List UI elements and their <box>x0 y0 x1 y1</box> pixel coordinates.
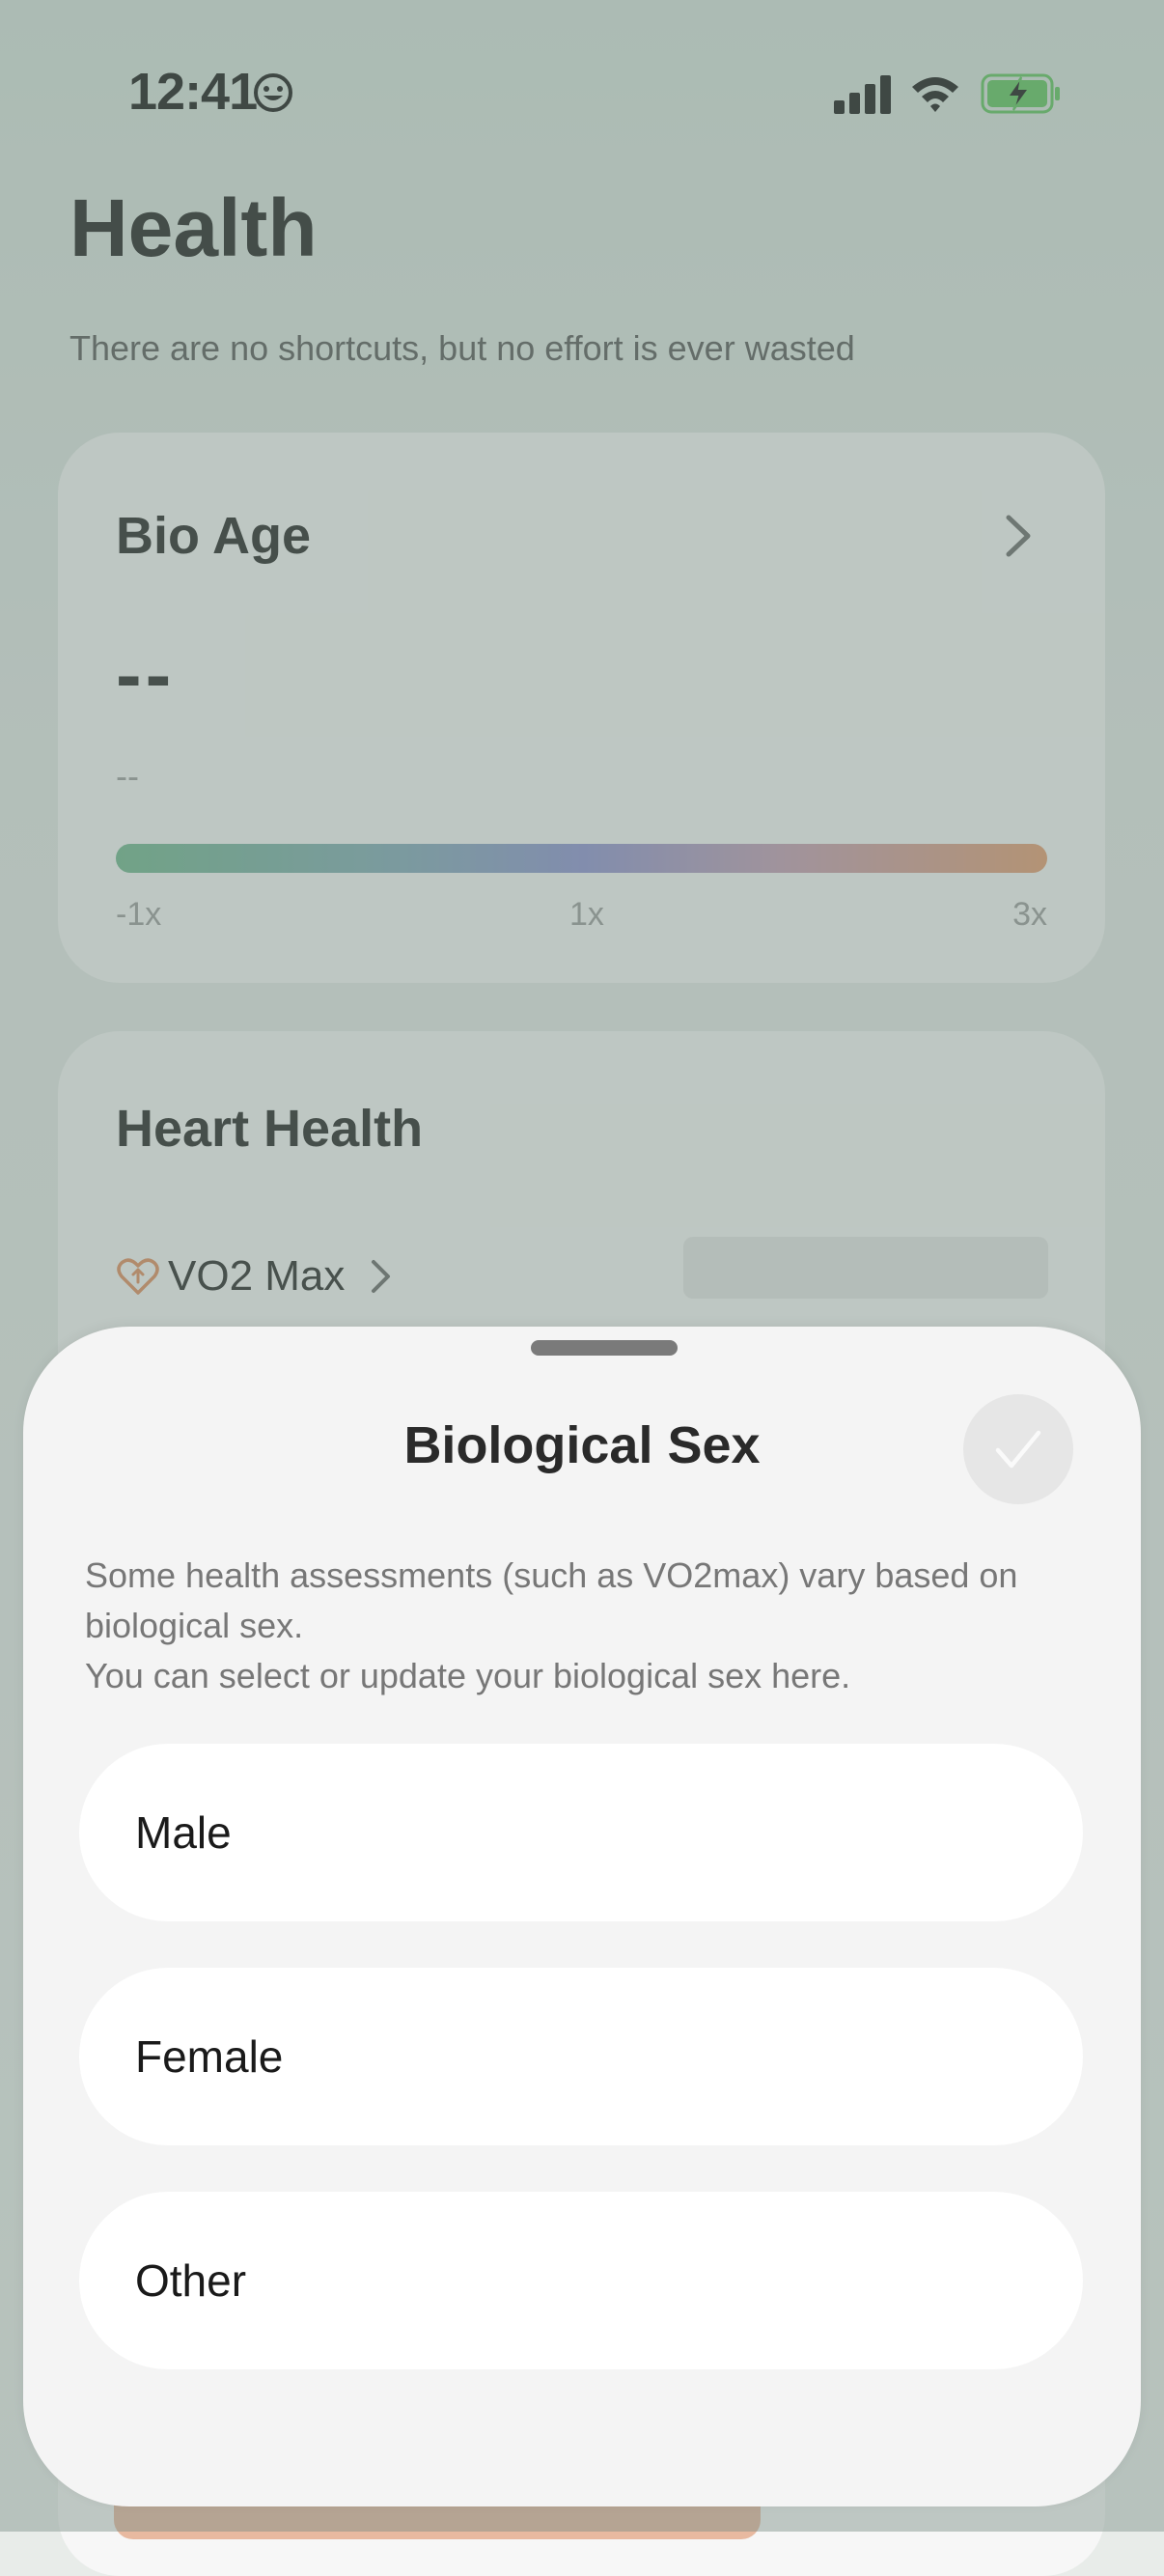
sheet-description: Some health assessments (such as VO2max)… <box>85 1551 1098 1701</box>
option-other[interactable]: Other <box>79 2192 1083 2369</box>
option-label: Other <box>135 2255 247 2306</box>
option-label: Female <box>135 2031 284 2082</box>
sheet-description-line: You can select or update your biological… <box>85 1656 851 1695</box>
option-label: Male <box>135 1807 232 1858</box>
confirm-button[interactable] <box>963 1394 1073 1504</box>
option-male[interactable]: Male <box>79 1744 1083 1921</box>
sheet-description-line: Some health assessments (such as VO2max)… <box>85 1555 1018 1645</box>
checkmark-icon <box>995 1430 1041 1469</box>
sheet-grabber[interactable] <box>531 1340 678 1356</box>
biological-sex-sheet: Biological Sex Some health assessments (… <box>23 1327 1141 2506</box>
option-female[interactable]: Female <box>79 1968 1083 2145</box>
